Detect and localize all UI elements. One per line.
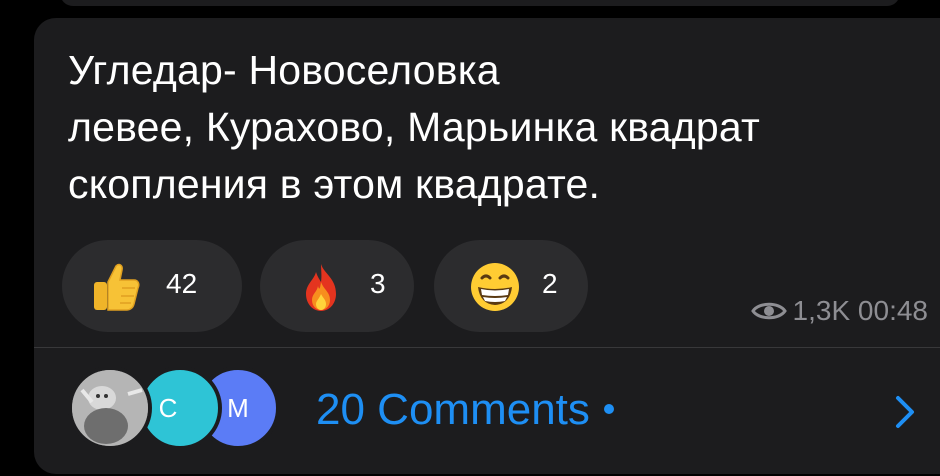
- comments-count-text: 20 Comments: [316, 385, 590, 434]
- message-time: 00:48: [857, 295, 928, 326]
- grinning-face-icon: [471, 263, 519, 311]
- avatar: [68, 366, 152, 450]
- eye-icon: [750, 302, 787, 319]
- message-bubble: Угледар- Новоселовка левее, Курахово, Ма…: [34, 18, 940, 474]
- chevron-right-icon[interactable]: [886, 394, 922, 430]
- reaction-fire[interactable]: 3: [260, 240, 414, 332]
- reaction-count: 3: [370, 268, 386, 299]
- reaction-count: 42: [166, 268, 198, 299]
- avatar-initial: M: [227, 393, 249, 423]
- message-line: Угледар- Новоселовка: [68, 47, 500, 93]
- fire-icon: [306, 264, 336, 311]
- message-line: левее, Курахово, Марьинка квадрат: [68, 104, 760, 150]
- thumbs-up-icon: [94, 263, 140, 311]
- comments-label[interactable]: 20 Comments: [316, 384, 614, 436]
- reaction-grinning-face[interactable]: 2: [434, 240, 588, 332]
- view-count: 1,3K: [792, 295, 851, 326]
- unread-dot: [603, 404, 614, 415]
- message-text: Угледар- Новоселовка левее, Курахово, Ма…: [68, 42, 940, 213]
- reaction-thumbs-up[interactable]: 42: [62, 240, 242, 332]
- avatar-initial: C: [158, 393, 178, 423]
- comments-button[interactable]: C M 20 Comments: [34, 348, 940, 474]
- previous-message-bubble: [60, 0, 900, 6]
- message-meta: 1,3K 00:48: [750, 294, 928, 328]
- avatar-photo-icon: [72, 370, 148, 446]
- reaction-count: 2: [542, 268, 558, 299]
- message-line: скопления в этом квадрате.: [68, 161, 601, 207]
